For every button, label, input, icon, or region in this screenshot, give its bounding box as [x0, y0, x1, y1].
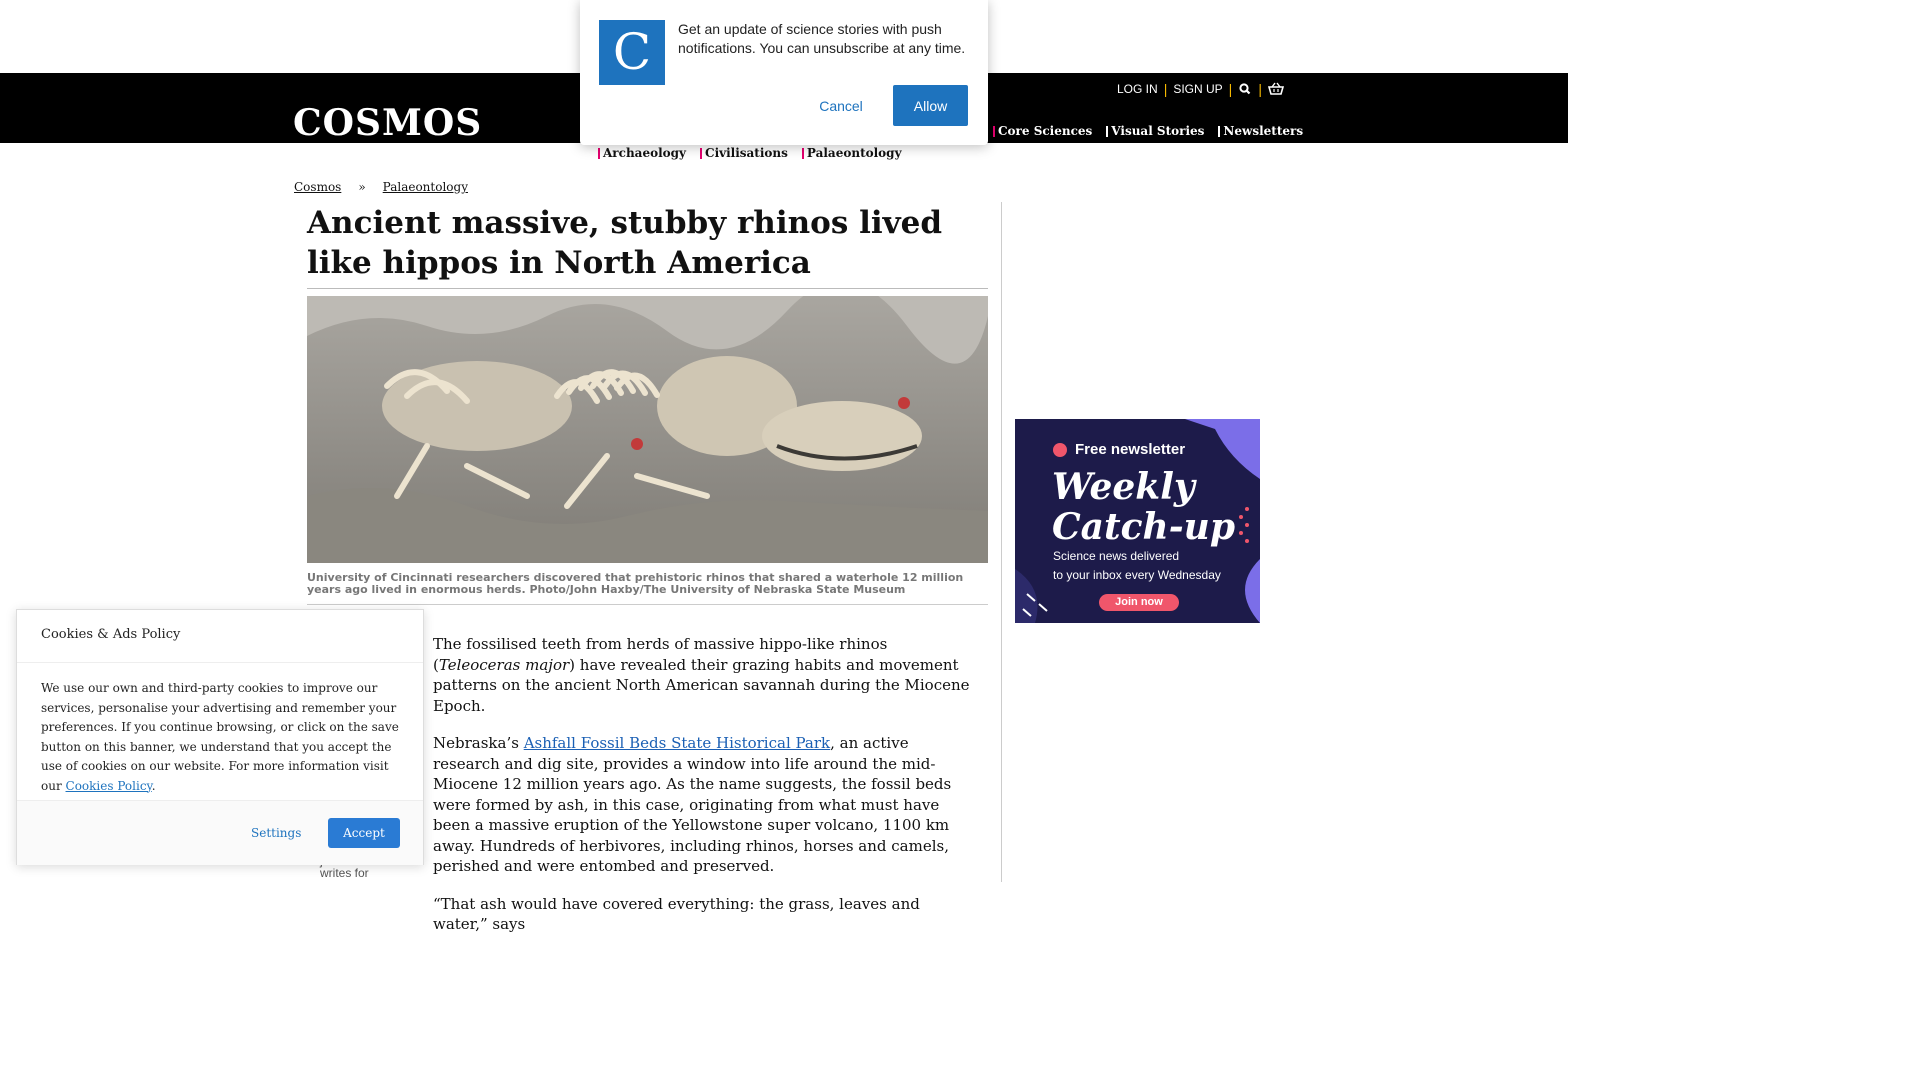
- accept-button[interactable]: Accept: [328, 818, 400, 848]
- cookies-footer: Settings Accept: [17, 800, 423, 865]
- ad-subtitle: Science news delivered to your inbox ever…: [1053, 547, 1221, 585]
- site-logo[interactable]: COSMOS: [293, 102, 482, 144]
- nav-marker: [700, 147, 703, 159]
- nav-marker: [993, 125, 995, 137]
- allow-button[interactable]: Allow: [893, 85, 968, 126]
- divider: [307, 288, 988, 289]
- subnav-item-civilisations[interactable]: Civilisations: [700, 146, 788, 160]
- push-message: Get an update of science stories with pu…: [678, 21, 966, 56]
- ad-title-line: Catch-up: [1052, 506, 1235, 548]
- species-name: Teleoceras major: [438, 655, 570, 674]
- ad-subtitle-line: Science news delivered: [1053, 549, 1180, 563]
- article-title: Ancient massive, stubby rhinos lived lik…: [307, 205, 943, 281]
- signup-link[interactable]: SIGN UP: [1173, 82, 1222, 96]
- subnav-item-archaeology[interactable]: Archaeology: [598, 146, 686, 160]
- cookies-policy-link[interactable]: Cookies Policy: [66, 779, 152, 793]
- ad-badge-label: Free newsletter: [1075, 441, 1186, 458]
- ashfall-park-link[interactable]: Ashfall Fossil Beds State Historical Par…: [524, 734, 830, 752]
- ad-badge: Free newsletter: [1053, 441, 1185, 458]
- breadcrumb-section[interactable]: Palaeontology: [383, 180, 468, 194]
- separator: |: [1163, 81, 1168, 97]
- column-divider: [1001, 202, 1002, 882]
- hero-image: [307, 296, 988, 563]
- join-now-button[interactable]: Join now: [1099, 594, 1179, 611]
- breadcrumb: Cosmos » Palaeontology: [294, 180, 468, 194]
- newsletter-ad[interactable]: Free newsletter Weekly Catch-up Science n…: [1015, 419, 1260, 623]
- account-links: LOG IN | SIGN UP | |: [1117, 81, 1285, 97]
- text-run: .: [151, 778, 156, 793]
- breadcrumb-home[interactable]: Cosmos: [294, 180, 341, 194]
- nav-label: Newsletters: [1223, 124, 1304, 138]
- nav-label: Palaeontology: [806, 146, 902, 160]
- nav-label: Core Sciences: [998, 124, 1093, 138]
- nav-item-newsletters[interactable]: Newsletters: [1218, 124, 1303, 138]
- breadcrumb-separator: »: [358, 180, 366, 194]
- image-caption: University of Cincinnati researchers dis…: [307, 571, 964, 596]
- nav-label: Archaeology: [603, 146, 687, 160]
- settings-button[interactable]: Settings: [251, 818, 301, 848]
- mail-icon: [1053, 442, 1067, 457]
- paragraph: The fossilised teeth from herds of massi…: [433, 634, 978, 716]
- text-run: We use our own and third-party cookies t…: [41, 681, 399, 793]
- nav-label: Civilisations: [705, 146, 788, 160]
- separator: |: [1258, 81, 1262, 97]
- nav-item-core-sciences[interactable]: Core Sciences: [993, 124, 1092, 138]
- paragraph: “That ash would have covered everything:…: [433, 894, 920, 934]
- divider: [307, 604, 988, 605]
- nav-marker: [801, 147, 804, 159]
- sub-nav: Archaeology Civilisations Palaeontology: [598, 146, 916, 160]
- main-nav: Core Sciences Visual Stories Newsletters: [993, 124, 1317, 138]
- subnav-item-palaeontology[interactable]: Palaeontology: [801, 146, 902, 160]
- text-run: , an active research and dig site, provi…: [433, 734, 952, 875]
- ad-title-line: Weekly: [1052, 466, 1195, 508]
- separator: |: [1228, 81, 1233, 97]
- text-run: Nebraska’s: [433, 734, 524, 752]
- search-icon[interactable]: [1238, 82, 1252, 96]
- article-body: The fossilised teeth from herds of massi…: [433, 634, 978, 952]
- cosmos-logo-icon: C: [599, 20, 665, 85]
- login-link[interactable]: LOG IN: [1117, 82, 1158, 96]
- cancel-button[interactable]: Cancel: [795, 85, 887, 126]
- paragraph: Nebraska’s Ashfall Fossil Beds State His…: [433, 733, 978, 877]
- basket-icon[interactable]: [1267, 82, 1285, 96]
- nav-marker: [1106, 125, 1109, 137]
- cookies-title: Cookies & Ads Policy: [41, 627, 181, 642]
- ad-subtitle-line: to your inbox every Wednesday: [1053, 568, 1221, 582]
- cookies-panel: Cookies & Ads Policy We use our own and …: [16, 609, 424, 865]
- nav-marker: [598, 147, 600, 159]
- cookies-body: We use our own and third-party cookies t…: [41, 679, 403, 796]
- ad-title: Weekly Catch-up: [1052, 467, 1235, 547]
- nav-item-visual-stories[interactable]: Visual Stories: [1106, 124, 1204, 138]
- nav-label: Visual Stories: [1111, 124, 1205, 138]
- nav-marker: [1218, 125, 1221, 137]
- divider: [17, 662, 423, 663]
- push-notification-dialog: C Get an update of science stories with …: [580, 0, 988, 145]
